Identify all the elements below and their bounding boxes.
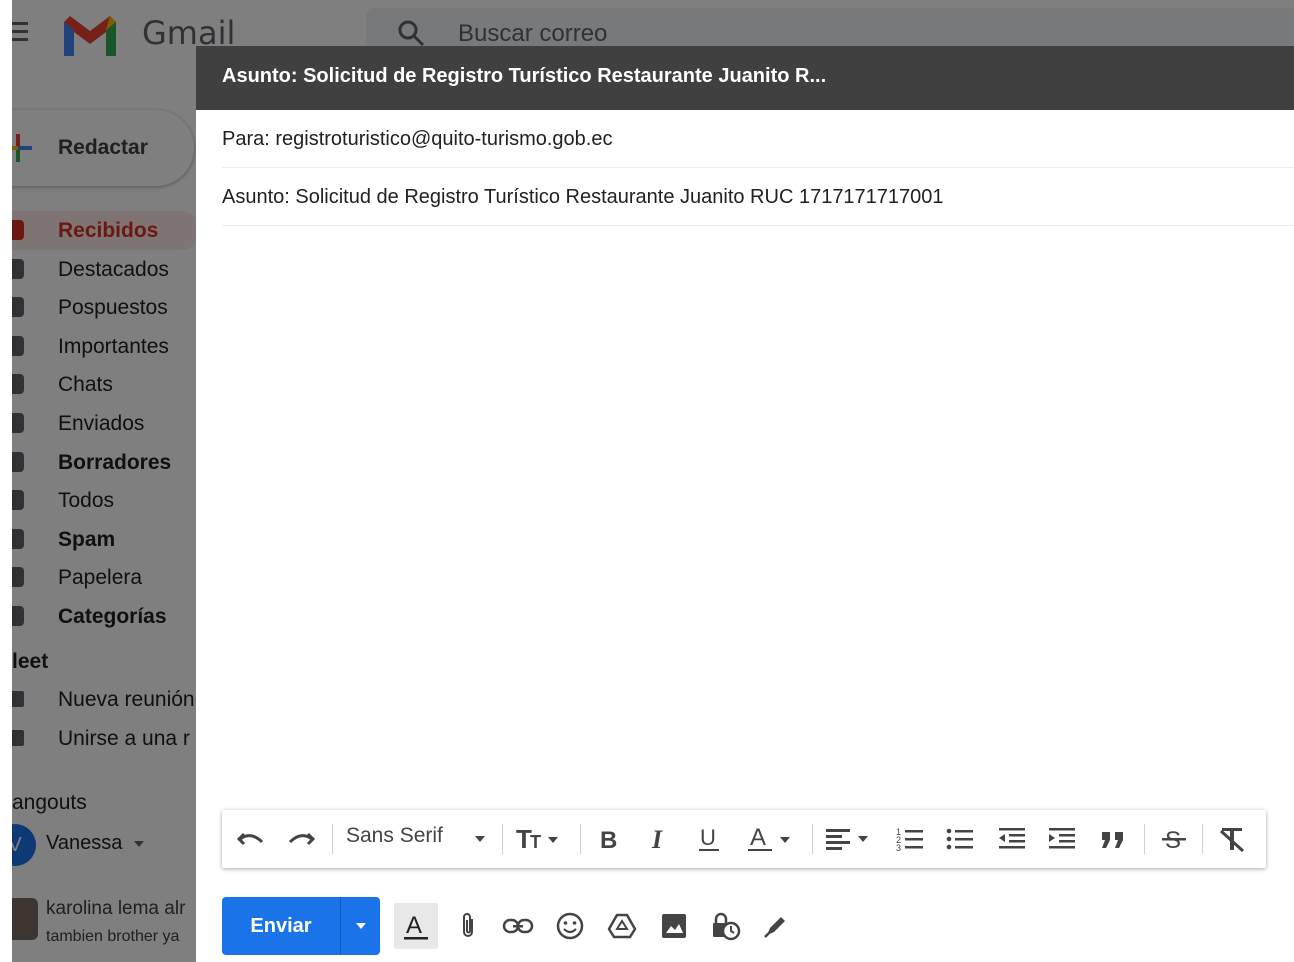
toolbar-separator — [1202, 824, 1203, 854]
strikethrough-icon[interactable]: S — [1154, 820, 1194, 858]
signature-pen-icon[interactable] — [754, 903, 798, 949]
quote-icon[interactable] — [1094, 820, 1134, 858]
font-size-icon[interactable]: TT — [512, 820, 568, 858]
insert-photo-icon[interactable] — [652, 903, 696, 949]
svg-text:A: A — [406, 912, 422, 939]
subject-value[interactable]: Asunto: Solicitud de Registro Turístico … — [222, 186, 944, 209]
subject-field[interactable]: Asunto: Solicitud de Registro Turístico … — [222, 168, 1294, 226]
insert-link-icon[interactable] — [496, 903, 540, 949]
emoji-icon[interactable] — [548, 903, 592, 949]
to-field[interactable]: Para: registroturistico@quito-turismo.go… — [222, 110, 1294, 168]
confidential-mode-icon[interactable] — [704, 903, 748, 949]
bold-icon[interactable]: B — [594, 820, 624, 858]
compose-title: Asunto: Solicitud de Registro Turístico … — [222, 65, 827, 87]
to-value[interactable]: Para: registroturistico@quito-turismo.go… — [222, 128, 612, 151]
send-options-button[interactable] — [341, 897, 380, 955]
toolbar-separator — [812, 824, 813, 854]
svg-text:B: B — [600, 827, 617, 852]
send-button[interactable]: Enviar — [222, 897, 340, 955]
svg-text:3: 3 — [896, 843, 901, 852]
compose-dialog: Asunto: Solicitud de Registro Turístico … — [196, 46, 1294, 962]
underline-icon[interactable]: U — [694, 820, 724, 858]
formatting-toolbar: Sans Serif TT B I U A 12 3 S — [222, 810, 1266, 868]
attach-file-icon[interactable] — [446, 903, 490, 949]
indent-more-icon[interactable] — [1042, 820, 1082, 858]
redo-icon[interactable] — [282, 820, 320, 858]
text-color-icon[interactable]: A — [744, 820, 800, 858]
toolbar-separator — [580, 824, 581, 854]
numbered-list-icon[interactable]: 123 — [890, 820, 930, 858]
compose-header: Asunto: Solicitud de Registro Turístico … — [196, 46, 1294, 110]
italic-icon[interactable]: I — [644, 820, 674, 858]
message-body[interactable] — [222, 227, 1294, 797]
svg-text:I: I — [651, 826, 663, 852]
svg-text:A: A — [750, 825, 766, 851]
remove-formatting-icon[interactable] — [1212, 820, 1252, 858]
font-family-select[interactable]: Sans Serif — [346, 824, 443, 848]
toolbar-separator — [332, 824, 333, 854]
svg-text:T: T — [530, 832, 541, 852]
font-family-chevron-down-icon[interactable] — [470, 820, 490, 858]
align-icon[interactable] — [822, 820, 878, 858]
send-button-group: Enviar — [222, 897, 380, 955]
formatting-options-icon[interactable]: A — [394, 903, 438, 949]
undo-icon[interactable] — [232, 820, 270, 858]
google-drive-icon[interactable] — [600, 903, 644, 949]
left-edge — [0, 0, 12, 962]
toolbar-separator — [502, 824, 503, 854]
chevron-down-icon — [355, 923, 366, 929]
bulleted-list-icon[interactable] — [940, 820, 980, 858]
toolbar-separator — [1144, 824, 1145, 854]
svg-text:U: U — [700, 825, 716, 850]
indent-less-icon[interactable] — [992, 820, 1032, 858]
app: Gmail Buscar correo Redactar — [0, 0, 1294, 962]
